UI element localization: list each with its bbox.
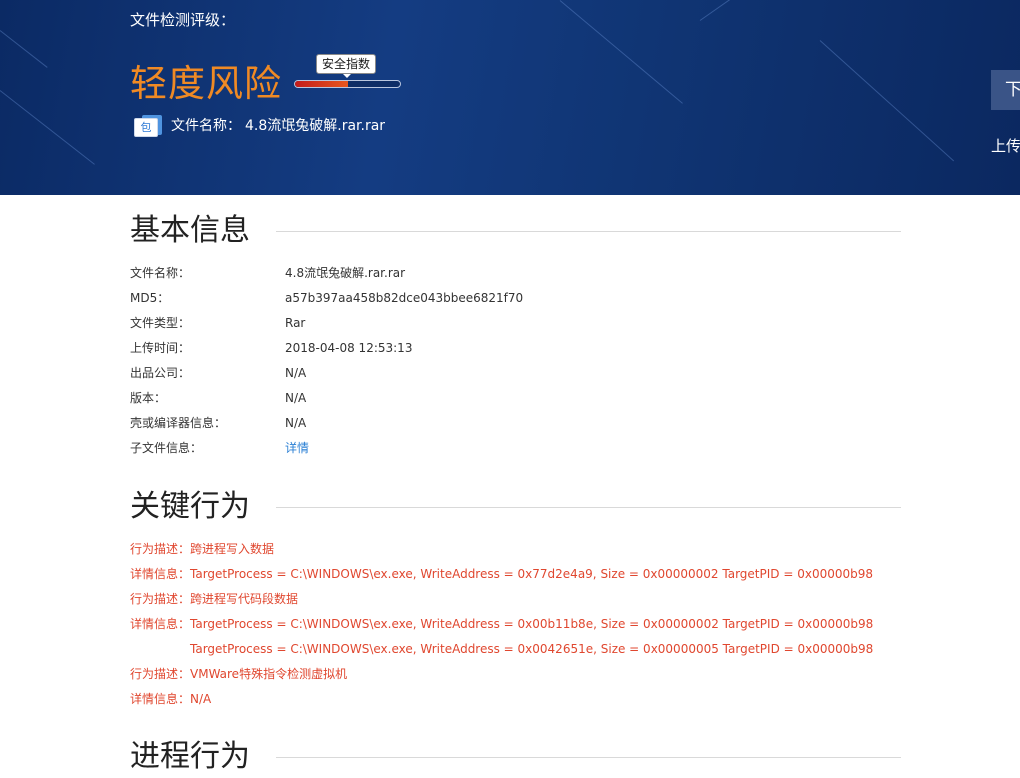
security-score-tooltip: 安全指数 [316,54,376,78]
file-name-label: 文件名称： [171,118,241,134]
basic-info-section-header: 基本信息 [130,212,901,252]
security-score-fill [295,81,348,87]
behavior-description: 行为描述：VMWare特殊指令检测虚拟机 [130,667,348,681]
file-name-value: 4.8流氓兔破解.rar.rar [245,118,386,134]
info-key: 文件名称： [130,266,191,280]
key-behavior-section-header: 关键行为 [130,488,901,528]
behavior-description: 行为描述：跨进程写代码段数据 [130,592,299,606]
banner-decoration [559,0,683,104]
info-key: 文件类型： [130,316,191,330]
info-key: 出品公司： [130,366,191,380]
behavior-detail: 详情信息：N/A [130,692,212,706]
behavior-detail: 详情信息：TargetProcess = C:\WINDOWS\ex.exe, … [130,567,874,581]
report-header-banner: 文件检测评级： 轻度风险 安全指数 包 文件名称： 4.8流氓兔破解.rar.ra… [0,0,1020,195]
basic-info-title: 基本信息 [130,213,250,248]
subfile-details-link[interactable]: 详情 [285,438,309,458]
header-file-name: 文件名称： 4.8流氓兔破解.rar.rar [171,117,385,135]
banner-decoration [699,0,865,21]
rating-title: 文件检测评级： [130,11,236,29]
section-divider [276,507,901,508]
process-behavior-section-header: 进程行为 [130,738,901,778]
process-behavior-title: 进程行为 [130,739,250,774]
package-icon: 包 [134,115,162,137]
key-behavior-title: 关键行为 [130,489,250,524]
info-value: Rar [285,316,306,330]
behavior-description: 行为描述：跨进程写入数据 [130,542,275,556]
info-value: 4.8流氓兔破解.rar.rar [285,266,406,280]
risk-level-label: 轻度风险 [130,62,282,105]
info-value: 2018-04-08 12:53:13 [285,341,413,355]
info-key: 版本： [130,391,167,405]
info-value: N/A [285,391,307,405]
banner-decoration [0,90,95,165]
banner-decoration [0,30,48,68]
info-key: 上传时间： [130,341,191,355]
section-divider [276,231,901,232]
behavior-detail-continued: TargetProcess = C:\WINDOWS\ex.exe, Write… [190,642,874,656]
info-key: MD5： [130,291,170,305]
info-value: N/A [285,366,307,380]
section-divider [276,757,901,758]
info-value: a57b397aa458b82dce043bbee6821f70 [285,291,524,305]
upload-info-text: 上传 [991,137,1020,155]
info-key: 子文件信息： [130,441,203,455]
info-value: N/A [285,416,307,430]
info-key: 壳或编译器信息： [130,416,227,430]
banner-decoration [819,40,955,162]
behavior-detail: 详情信息：TargetProcess = C:\WINDOWS\ex.exe, … [130,617,874,631]
download-button[interactable]: 下 [991,70,1020,110]
security-score-bar [294,80,401,88]
